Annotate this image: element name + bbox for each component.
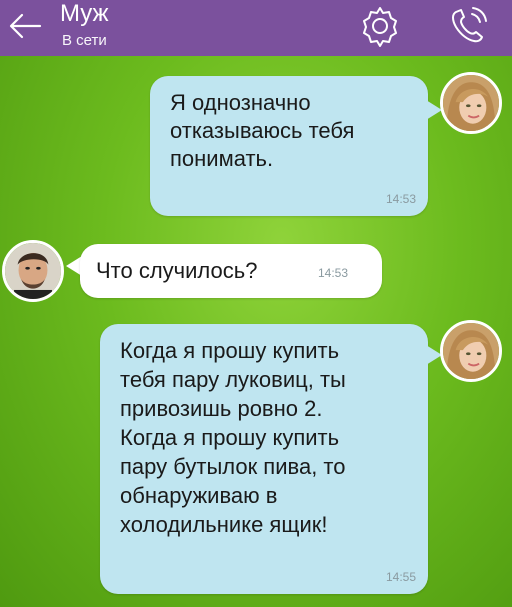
- gear-icon: [363, 7, 397, 47]
- my-avatar: [440, 72, 502, 134]
- settings-button[interactable]: [355, 2, 405, 50]
- phone-icon: [452, 7, 487, 43]
- my-avatar: [440, 320, 502, 382]
- message-text: Когда я прошу купить тебя пару луковиц, …: [120, 338, 346, 537]
- contact-avatar[interactable]: [2, 240, 64, 302]
- call-button[interactable]: [446, 4, 492, 48]
- message-time: 14:53: [318, 266, 349, 280]
- man-portrait-icon: [5, 243, 61, 299]
- woman-portrait-icon: [443, 323, 499, 379]
- message-time: 14:55: [385, 570, 416, 584]
- contact-status: В сети: [62, 32, 107, 49]
- contact-name[interactable]: Муж: [60, 0, 109, 28]
- message-time: 14:53: [385, 192, 416, 206]
- message-text: Я однозначно отказываюсь тебя понимать.: [170, 90, 355, 171]
- chat-header: Муж В сети: [0, 0, 512, 56]
- message-text: Что случилось?: [96, 258, 258, 283]
- incoming-message[interactable]: Что случилось? 14:53: [80, 244, 382, 298]
- woman-portrait-icon: [443, 75, 499, 131]
- back-button[interactable]: [6, 8, 46, 44]
- back-arrow-icon: [9, 13, 42, 39]
- outgoing-message[interactable]: Когда я прошу купить тебя пару луковиц, …: [100, 324, 428, 594]
- outgoing-message[interactable]: Я однозначно отказываюсь тебя понимать. …: [150, 76, 428, 216]
